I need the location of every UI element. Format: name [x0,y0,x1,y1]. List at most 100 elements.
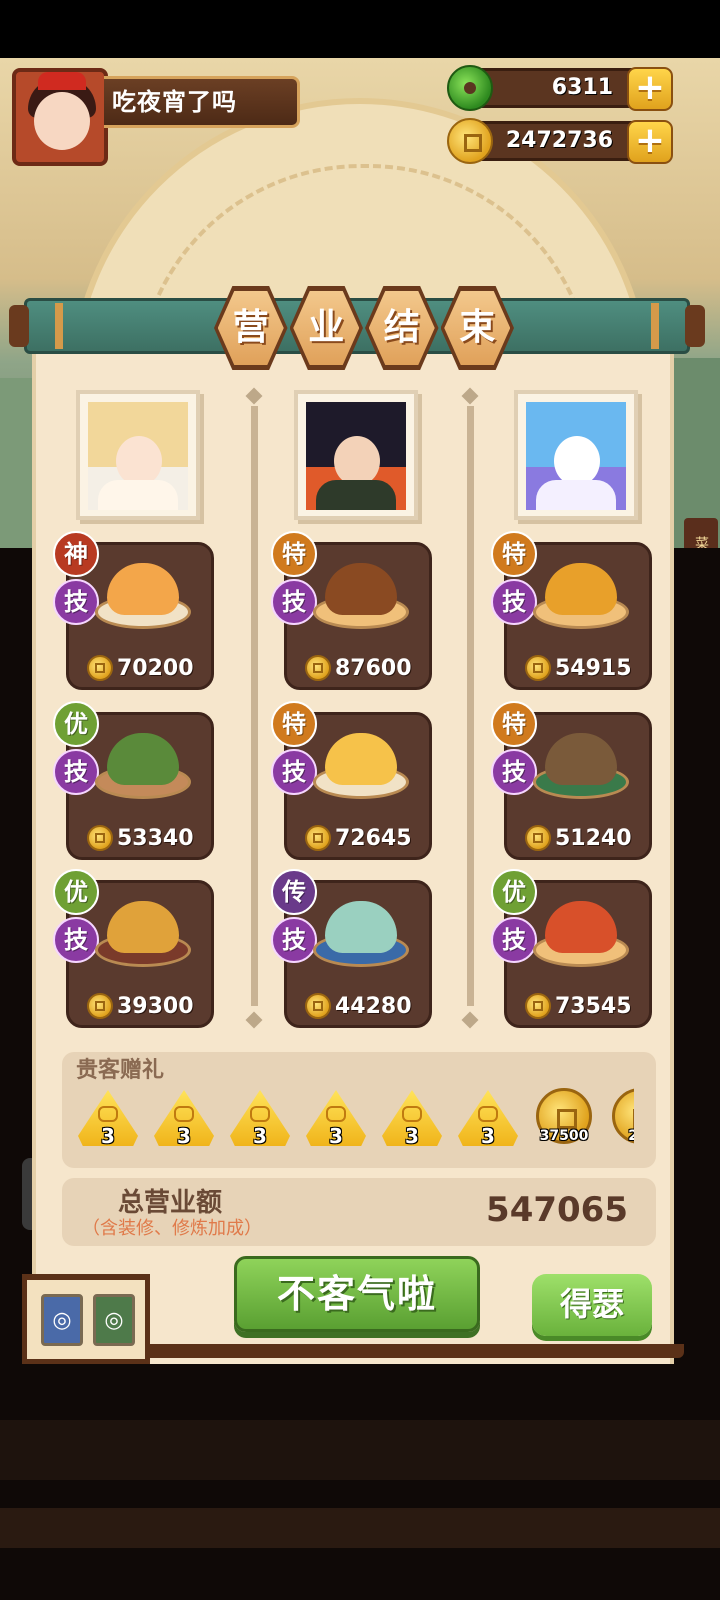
dish-price: 53340 [117,825,194,851]
skill-badge: 技 [53,749,99,795]
guest-gifts: 贵客赠礼 3 3 3 3 3 3 37500 22 [62,1052,656,1168]
dish-card[interactable]: 优 技 73545 [491,869,652,1028]
rank-badge: 传 [271,869,317,915]
skill-badge: 技 [271,917,317,963]
rank-badge: 优 [53,869,99,915]
rank-badge: 特 [491,531,537,577]
portrait-face [554,436,600,486]
player-name: 吃夜宵了吗 [104,76,300,128]
business-closed-title: 营 业 结 束 [214,286,514,370]
dish-image [95,729,191,799]
dish-image [95,897,191,967]
floor-beam [0,1420,720,1480]
customer-portrait[interactable] [294,390,418,520]
rank-badge: 特 [271,701,317,747]
title-bar-post [651,303,659,349]
rank-badge: 优 [53,701,99,747]
portrait-body [98,480,178,510]
coin-icon [87,825,113,851]
total-revenue: 总营业额 （含装修、修炼加成） 547065 [62,1178,656,1246]
coin-icon [525,993,551,1019]
dish-price: 73545 [555,993,632,1019]
avatar-hat [38,72,86,90]
coin-icon [305,825,331,851]
total-value: 547065 [486,1190,628,1230]
dish-price: 87600 [335,655,412,681]
dish-price: 44280 [335,993,412,1019]
title-tile: 结 [365,286,439,370]
portrait-body [316,480,396,510]
dish-card[interactable]: 特 技 87600 [271,531,432,690]
dish-card[interactable]: 优 技 53340 [53,701,214,860]
camera-icon[interactable]: ◎ [93,1294,135,1346]
coin-counter: 2472736 + [447,118,673,164]
dish-card[interactable]: 传 技 44280 [271,869,432,1028]
dish-image [533,897,629,967]
rank-badge: 优 [491,869,537,915]
dish-image [313,729,409,799]
skill-badge: 技 [53,917,99,963]
dish-card[interactable]: 神 技 70200 [53,531,214,690]
customer-portrait[interactable] [76,390,200,520]
gift-count: 3 [329,1124,343,1148]
skill-badge: 技 [271,579,317,625]
show-off-button[interactable]: 得瑟 [532,1274,652,1336]
gift-coin-value: 37500 [539,1128,589,1144]
column-divider [461,387,479,1029]
dish-card[interactable]: 优 技 39300 [53,869,214,1028]
coin-icon [87,993,113,1019]
title-tile: 业 [289,286,363,370]
mini-tool-panel: ◎ ◎ [22,1274,150,1364]
dish-card[interactable]: 特 技 54915 [491,531,652,690]
skill-badge: 技 [53,579,99,625]
dish-image [313,897,409,967]
portrait-face [334,436,380,486]
confirm-button[interactable]: 不客气啦 [234,1256,480,1332]
jade-counter: 6311 + [447,65,673,111]
gift-list[interactable]: 3 3 3 3 3 3 37500 22 [78,1088,634,1156]
customer-portrait[interactable] [514,390,638,520]
skill-badge: 技 [491,917,537,963]
coin-icon [87,655,113,681]
dish-price: 72645 [335,825,412,851]
title-bar-cap [685,305,705,347]
dish-price: 51240 [555,825,632,851]
player-avatar[interactable] [12,68,108,166]
coin-amount: 2472736 [505,128,613,153]
add-coins-button[interactable]: + [627,120,673,164]
gift-coin-value: 22 [628,1128,634,1144]
gift-count: 3 [405,1124,419,1148]
column-divider [245,387,263,1029]
dish-image [533,729,629,799]
title-bar-post [55,303,63,349]
status-strip [0,0,720,58]
gifts-title: 贵客赠礼 [76,1058,165,1083]
coin-icon [305,993,331,1019]
floor-beam [0,1508,720,1548]
dish-image [95,559,191,629]
dish-image [313,559,409,629]
avatar-face [34,92,90,150]
add-jade-button[interactable]: + [627,67,673,111]
rank-badge: 特 [491,701,537,747]
camera-icon[interactable]: ◎ [41,1294,83,1346]
skill-badge: 技 [491,749,537,795]
portrait-face [116,436,162,486]
dish-card[interactable]: 特 技 72645 [271,701,432,860]
skill-badge: 技 [491,579,537,625]
dish-price: 70200 [117,655,194,681]
total-note: （含装修、修炼加成） [82,1218,262,1239]
jade-amount: 6311 [551,75,613,100]
menu-tab[interactable]: 菜单 [684,518,718,548]
coin-icon [525,655,551,681]
rank-badge: 神 [53,531,99,577]
gift-count: 3 [177,1124,191,1148]
dish-price: 39300 [117,993,194,1019]
coin-icon [525,825,551,851]
gift-count: 3 [253,1124,267,1148]
gift-count: 3 [481,1124,495,1148]
dish-card[interactable]: 特 技 51240 [491,701,652,860]
title-tile: 束 [440,286,514,370]
rank-badge: 特 [271,531,317,577]
dish-image [533,559,629,629]
